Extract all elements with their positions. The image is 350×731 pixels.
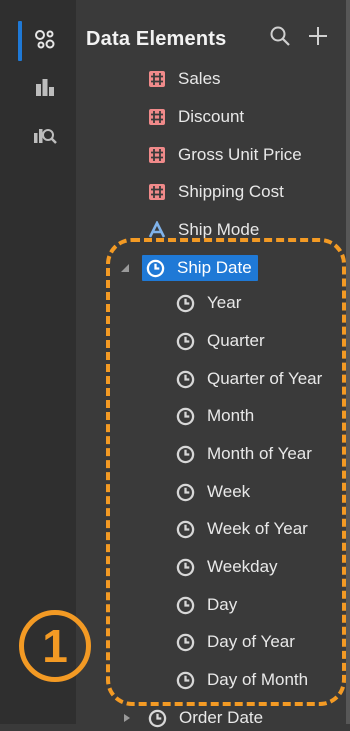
tree-item-attribute[interactable]: Ship Mode bbox=[148, 217, 259, 243]
tree-item-time-level[interactable]: Week of Year bbox=[176, 516, 308, 542]
tree-item-measure[interactable]: Sales bbox=[148, 66, 221, 92]
hash-icon bbox=[148, 183, 166, 201]
tree-item-label: Month of Year bbox=[207, 444, 312, 463]
tree-item-time-level[interactable]: Year bbox=[176, 290, 241, 316]
clock-icon bbox=[176, 596, 195, 615]
callout-number-badge: 1 bbox=[19, 610, 91, 682]
tree-item-label: Shipping Cost bbox=[178, 182, 284, 201]
tree-item-order-date[interactable]: Order Date bbox=[120, 705, 263, 731]
clock-icon bbox=[176, 370, 195, 389]
tree-item-label: Weekday bbox=[207, 557, 278, 576]
tree-item-label: Day bbox=[207, 595, 238, 614]
hash-icon bbox=[148, 146, 166, 164]
clock-icon bbox=[176, 483, 195, 502]
panel-header: Data Elements bbox=[86, 24, 226, 54]
tree-item-measure[interactable]: Discount bbox=[148, 104, 244, 130]
tree-item-label: Week of Year bbox=[207, 519, 308, 538]
callout-number: 1 bbox=[42, 620, 68, 672]
tree-item-time-level[interactable]: Month of Year bbox=[176, 441, 312, 467]
tree-item-time-level[interactable]: Week bbox=[176, 479, 250, 505]
tree-item-measure[interactable]: Gross Unit Price bbox=[148, 142, 302, 168]
tree-item-label: Year bbox=[207, 293, 242, 312]
clock-icon bbox=[176, 407, 195, 426]
clock-icon bbox=[176, 332, 195, 351]
tree-item-time-level[interactable]: Day bbox=[176, 592, 237, 618]
hash-icon bbox=[148, 70, 166, 88]
add-icon[interactable] bbox=[304, 22, 332, 50]
tree-item-time-level[interactable]: Day of Year bbox=[176, 629, 295, 655]
clock-icon bbox=[176, 445, 195, 464]
tree-item-label: Month bbox=[207, 406, 255, 425]
tree-item-label: Gross Unit Price bbox=[178, 145, 302, 164]
tree-item-measure[interactable]: Shipping Cost bbox=[148, 179, 284, 205]
data-elements-icon[interactable] bbox=[28, 22, 62, 56]
clock-icon bbox=[146, 259, 165, 278]
tree-item-label: Sales bbox=[178, 69, 221, 88]
clock-icon bbox=[176, 633, 195, 652]
tree-item-time-level[interactable]: Quarter of Year bbox=[176, 366, 322, 392]
clock-icon bbox=[176, 558, 195, 577]
tree-item-label: Day of Year bbox=[207, 632, 295, 651]
chart-icon[interactable] bbox=[28, 70, 62, 104]
clock-icon bbox=[176, 294, 195, 313]
tree-item-time-level[interactable]: Day of Month bbox=[176, 667, 308, 693]
active-indicator bbox=[18, 21, 22, 61]
text-attribute-icon bbox=[148, 221, 166, 239]
selected-item[interactable]: Ship Date bbox=[142, 255, 258, 281]
tree-item-time-level[interactable]: Weekday bbox=[176, 554, 278, 580]
tree-item-label: Quarter of Year bbox=[207, 369, 323, 388]
panel-title: Data Elements bbox=[86, 27, 227, 50]
tree-item-label: Ship Mode bbox=[178, 220, 260, 239]
hash-icon bbox=[148, 108, 166, 126]
clock-icon bbox=[176, 520, 195, 539]
tree-item-label: Week bbox=[207, 482, 251, 501]
tree-item-label: Order Date bbox=[179, 708, 264, 727]
chart-search-icon[interactable] bbox=[28, 118, 62, 152]
tree-item-time-level[interactable]: Month bbox=[176, 403, 254, 429]
tree-item-label: Ship Date bbox=[177, 258, 252, 277]
search-icon[interactable] bbox=[266, 22, 294, 50]
tree-item-ship-date[interactable]: Ship Date bbox=[118, 255, 258, 281]
expand-triangle-icon[interactable] bbox=[118, 261, 132, 275]
tree-item-label: Discount bbox=[178, 107, 245, 126]
tree-item-label: Quarter bbox=[207, 331, 265, 350]
panel-divider bbox=[346, 0, 350, 724]
collapse-triangle-icon[interactable] bbox=[120, 711, 134, 725]
tree-item-label: Day of Month bbox=[207, 670, 309, 689]
clock-icon bbox=[148, 709, 167, 728]
clock-icon bbox=[176, 671, 195, 690]
tree-item-time-level[interactable]: Quarter bbox=[176, 328, 265, 354]
